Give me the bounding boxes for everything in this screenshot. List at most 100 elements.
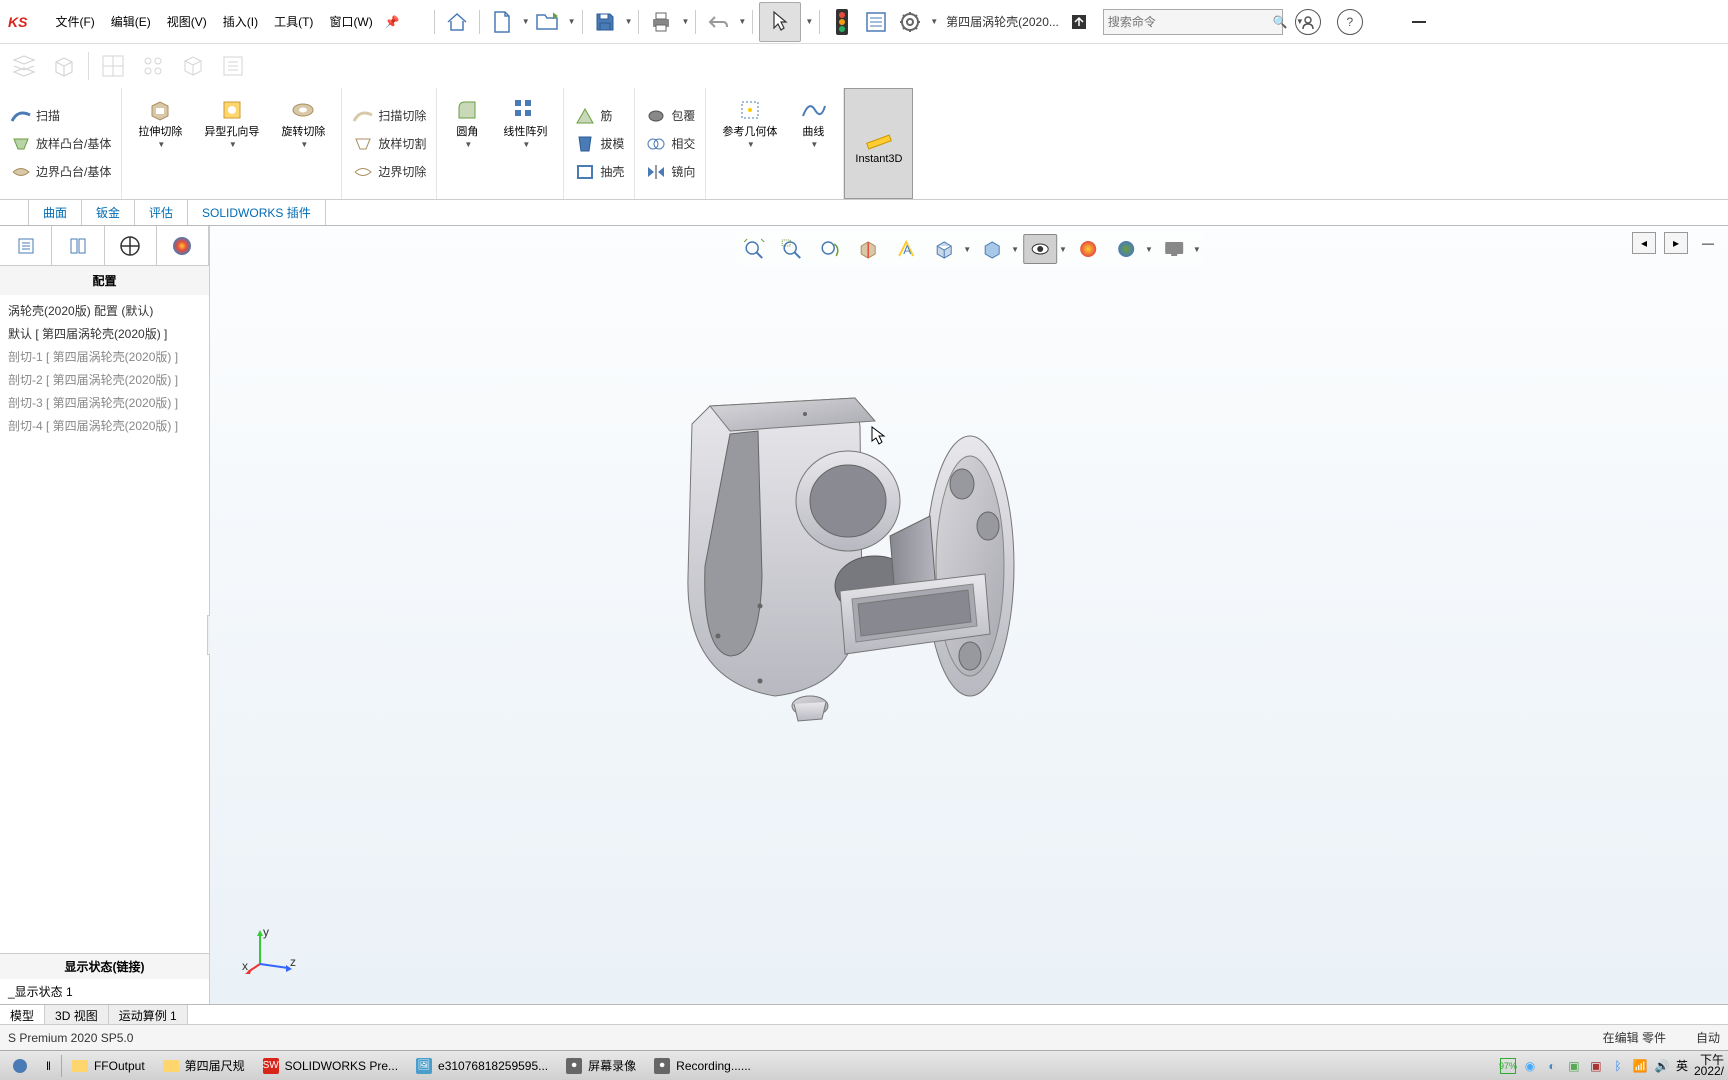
volume-icon[interactable]: 🔊 [1654, 1058, 1670, 1074]
menu-edit[interactable]: 编辑(E) [103, 9, 159, 34]
tree-item[interactable]: 涡轮壳(2020版) 配置 (默认) [0, 299, 209, 322]
dropdown-arrow[interactable]: ▼ [1145, 245, 1153, 254]
panel-tab-appearance[interactable] [157, 226, 209, 265]
boundary-button[interactable]: 边界凸台/基体 [6, 159, 115, 185]
search-input[interactable] [1104, 15, 1267, 29]
tab-sheetmetal[interactable]: 钣金 [82, 200, 135, 225]
undo-button[interactable] [702, 6, 734, 38]
taskbar-pin1[interactable]: ‖ [38, 1053, 59, 1079]
edit-appearance-button[interactable] [1071, 234, 1105, 264]
swept-cut-button[interactable]: 扫描切除 [348, 103, 430, 129]
menu-file[interactable]: 文件(F) [47, 9, 102, 34]
reference-geometry-button[interactable]: 参考几何体▼ [712, 92, 787, 153]
zoom-area-button[interactable] [775, 234, 809, 264]
tree-item[interactable]: 默认 [ 第四届涡轮壳(2020版) ] [0, 322, 209, 345]
section-view-button[interactable] [851, 234, 885, 264]
bluetooth-icon[interactable]: ᛒ [1610, 1058, 1626, 1074]
shell-button[interactable]: 抽壳 [570, 159, 628, 185]
taskbar-image[interactable]: 🖼e31076818259595... [408, 1053, 556, 1079]
sheet-tab-model[interactable]: 模型 [0, 1005, 45, 1024]
traffic-light-icon[interactable] [826, 6, 858, 38]
dropdown-arrow[interactable]: ▼ [930, 17, 938, 26]
print-button[interactable] [645, 6, 677, 38]
dropdown-arrow[interactable]: ▼ [681, 17, 689, 26]
tray-icon[interactable]: ◉ [1522, 1058, 1538, 1074]
taskbar-ruler[interactable]: 第四届尺规 [155, 1053, 253, 1079]
tab-surface[interactable]: 曲面 [29, 200, 82, 225]
battery-icon[interactable]: 97% [1500, 1058, 1516, 1074]
fillet-button[interactable]: 圆角▼ [443, 92, 491, 153]
zoom-fit-button[interactable] [737, 234, 771, 264]
wrap-button[interactable]: 包覆 [641, 103, 699, 129]
linear-pattern-button[interactable]: 线性阵列▼ [493, 92, 557, 153]
dropdown-arrow[interactable]: ▼ [1193, 245, 1201, 254]
hole-wizard-button[interactable]: 异型孔向导▼ [194, 92, 269, 153]
search-icon[interactable]: 🔍 [1267, 15, 1294, 29]
rib-button[interactable]: 筋 [570, 103, 628, 129]
search-box[interactable]: 🔍 ▼ [1103, 9, 1283, 35]
revolved-cut-button[interactable]: 旋转切除▼ [271, 92, 335, 153]
menu-tools[interactable]: 工具(T) [266, 9, 321, 34]
tray-icon[interactable]: ◐ [1544, 1058, 1560, 1074]
help-button[interactable]: ? [1337, 9, 1363, 35]
view-orientation-button[interactable] [927, 234, 961, 264]
list-button[interactable] [860, 6, 892, 38]
orientation-triad[interactable]: y x z [240, 924, 300, 984]
curves-button[interactable]: 曲线▼ [789, 92, 837, 153]
taskbar-ffoutput[interactable]: FFOutput [64, 1053, 153, 1079]
mirror-button[interactable]: 镜向 [641, 159, 699, 185]
display-state-item[interactable]: _显示状态 1 [0, 979, 209, 1004]
settings-button[interactable] [894, 6, 926, 38]
apply-scene-button[interactable] [1109, 234, 1143, 264]
lofted-cut-button[interactable]: 放样切割 [348, 131, 430, 157]
minimize-viewport-button[interactable]: — [1696, 232, 1720, 254]
panel-tab-config[interactable] [105, 226, 157, 265]
tab-hidden[interactable] [0, 200, 29, 225]
taskbar-start[interactable] [4, 1053, 36, 1079]
draft-button[interactable]: 拔模 [570, 131, 628, 157]
instant3d-button[interactable]: Instant3D [844, 88, 913, 199]
dropdown-arrow[interactable]: ▼ [1059, 245, 1067, 254]
minimize-button[interactable] [1399, 7, 1439, 37]
ime-indicator[interactable]: 英 [1676, 1057, 1688, 1074]
dropdown-arrow[interactable]: ▼ [805, 17, 813, 26]
tree-item[interactable]: 剖切-2 [ 第四届涡轮壳(2020版) ] [0, 368, 209, 391]
previous-view-button[interactable] [813, 234, 847, 264]
hide-show-button[interactable] [1023, 234, 1057, 264]
sweep-button[interactable]: 扫描 [6, 103, 115, 129]
tab-evaluate[interactable]: 评估 [135, 200, 188, 225]
dropdown-arrow[interactable]: ▼ [963, 245, 971, 254]
menu-window[interactable]: 窗口(W) [321, 9, 380, 34]
menu-view[interactable]: 视图(V) [159, 9, 215, 34]
dropdown-arrow[interactable]: ▼ [522, 17, 530, 26]
user-button[interactable] [1295, 9, 1321, 35]
tab-addins[interactable]: SOLIDWORKS 插件 [188, 200, 326, 225]
tray-icon[interactable]: ▣ [1566, 1058, 1582, 1074]
open-button[interactable] [532, 6, 564, 38]
loft-button[interactable]: 放样凸台/基体 [6, 131, 115, 157]
clock-date[interactable]: 2022/ [1694, 1066, 1724, 1077]
dropdown-arrow[interactable]: ▼ [738, 17, 746, 26]
extruded-cut-button[interactable]: 拉伸切除▼ [128, 92, 192, 153]
graphics-viewport[interactable]: A ▼ ▼ ▼ ▼ ▼ ◂ ▸ — [210, 226, 1728, 1004]
view-settings-button[interactable] [1157, 234, 1191, 264]
boundary-cut-button[interactable]: 边界切除 [348, 159, 430, 185]
home-button[interactable] [441, 6, 473, 38]
save-button[interactable] [589, 6, 621, 38]
sheet-tab-3dview[interactable]: 3D 视图 [45, 1005, 109, 1024]
tree-item[interactable]: 剖切-1 [ 第四届涡轮壳(2020版) ] [0, 345, 209, 368]
tree-item[interactable]: 剖切-3 [ 第四届涡轮壳(2020版) ] [0, 391, 209, 414]
display-style-button[interactable] [975, 234, 1009, 264]
panel-tab-property[interactable] [52, 226, 104, 265]
intersect-button[interactable]: 相交 [641, 131, 699, 157]
taskbar-solidworks[interactable]: SWSOLIDWORKS Pre... [255, 1053, 406, 1079]
panel-tab-feature[interactable] [0, 226, 52, 265]
dropdown-arrow[interactable]: ▼ [625, 17, 633, 26]
doc-switch-button[interactable] [1063, 6, 1095, 38]
taskbar-recording[interactable]: ⏺Recording...... [646, 1053, 759, 1079]
next-viewport-button[interactable]: ▸ [1664, 232, 1688, 254]
new-button[interactable] [486, 6, 518, 38]
dynamic-annotation-button[interactable]: A [889, 234, 923, 264]
taskbar-screenrec[interactable]: ⏺屏幕录像 [558, 1053, 644, 1079]
menu-insert[interactable]: 插入(I) [215, 9, 266, 34]
